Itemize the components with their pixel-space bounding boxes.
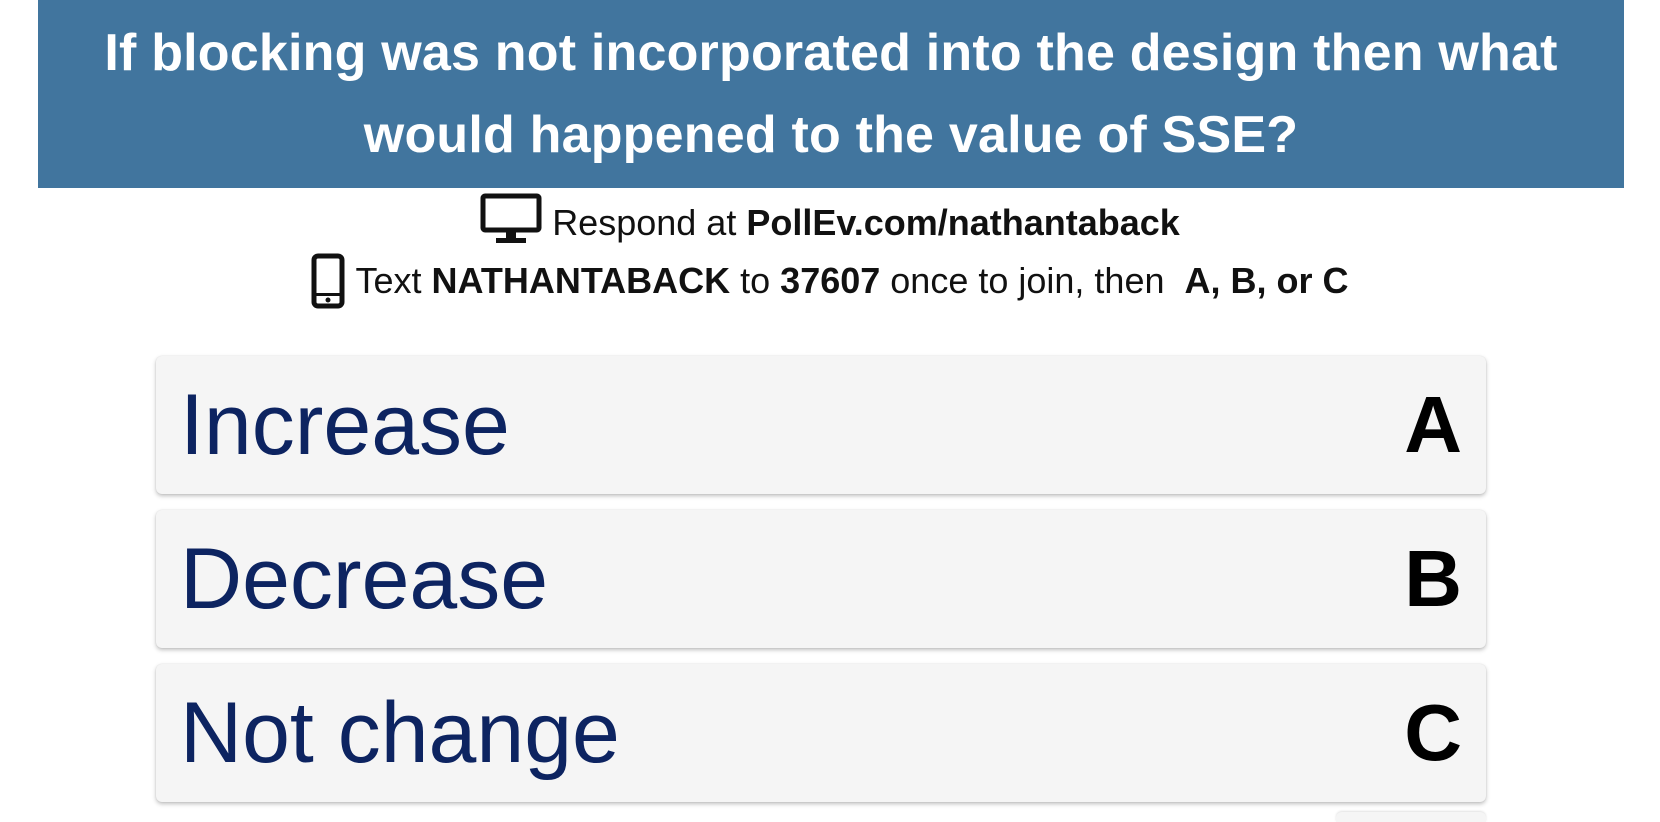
text-to: to (740, 260, 771, 301)
partial-card-edge (1336, 812, 1486, 822)
option-b[interactable]: Decrease B (156, 510, 1486, 648)
text-suffix: once to join, then (890, 260, 1165, 301)
answer-options: Increase A Decrease B Not change C (156, 356, 1486, 818)
option-key: A (1404, 380, 1462, 469)
option-label: Not change (180, 685, 620, 781)
phone-icon (311, 253, 345, 309)
text-prefix: Text (355, 260, 422, 301)
web-response-line: Respond at PollEv.com/nathantaback (0, 193, 1660, 252)
text-response-line: Text NATHANTABACK to 37607 once to join,… (0, 252, 1660, 310)
option-label: Decrease (180, 531, 549, 627)
question-title: If blocking was not incorporated into th… (104, 24, 1558, 164)
text-choices: A, B, or C (1184, 260, 1349, 301)
option-c[interactable]: Not change C (156, 664, 1486, 802)
option-key: B (1404, 534, 1462, 623)
option-key: C (1404, 688, 1462, 777)
text-keyword: NATHANTABACK (431, 260, 731, 301)
text-number: 37607 (780, 260, 881, 301)
monitor-icon (480, 193, 542, 243)
option-a[interactable]: Increase A (156, 356, 1486, 494)
web-prefix: Respond at (552, 202, 737, 243)
response-instructions: Respond at PollEv.com/nathantaback Text … (0, 193, 1660, 310)
option-label: Increase (180, 377, 510, 473)
poll-url[interactable]: PollEv.com/nathantaback (746, 202, 1179, 244)
question-banner: If blocking was not incorporated into th… (38, 0, 1624, 188)
